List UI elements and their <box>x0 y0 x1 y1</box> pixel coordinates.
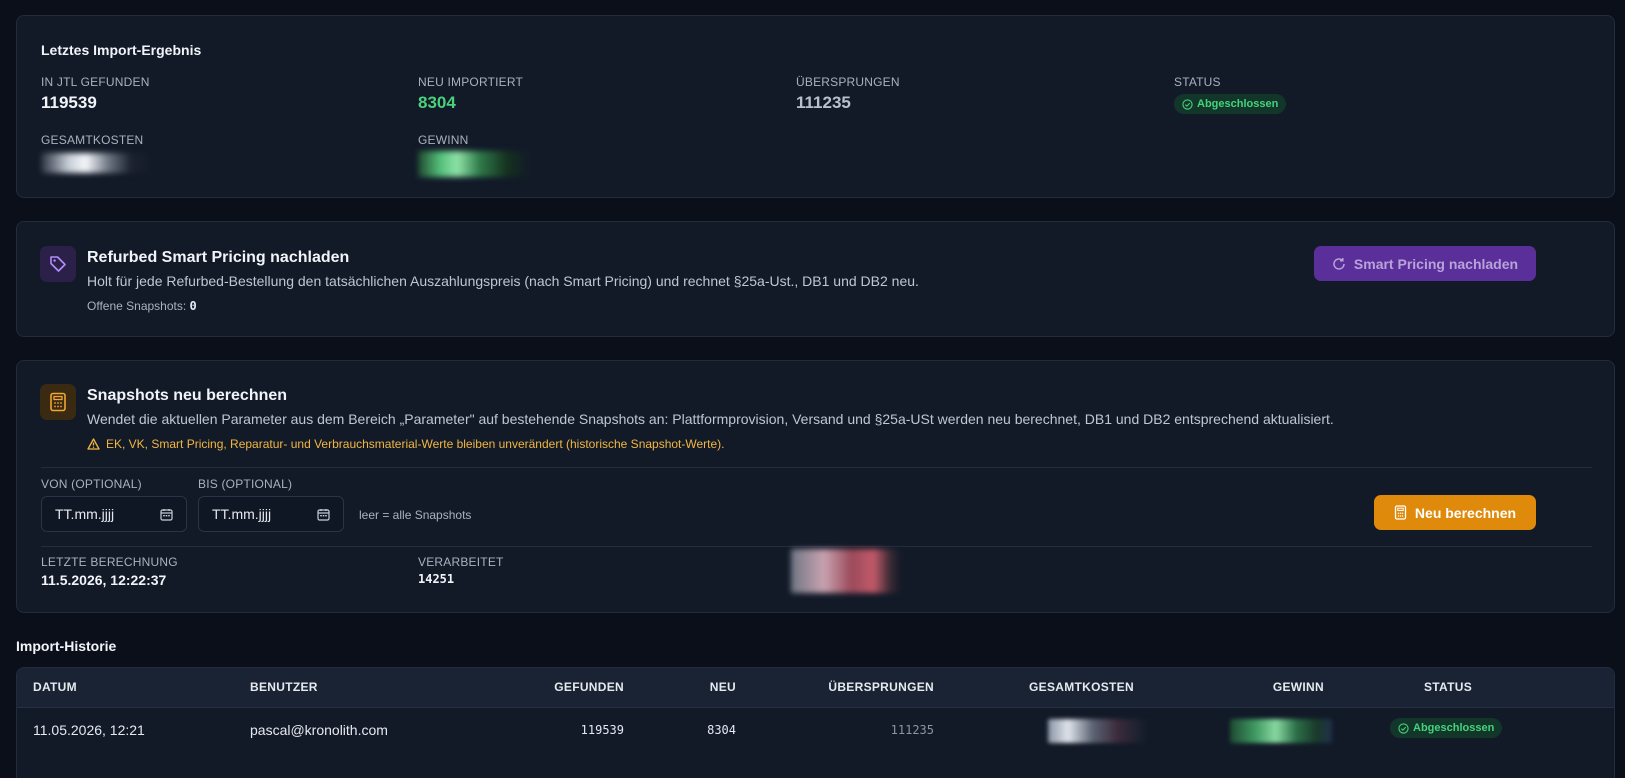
recalc-button-label: Neu berechnen <box>1414 504 1517 521</box>
calculator-icon <box>40 384 76 420</box>
recalc-warning: EK, VK, Smart Pricing, Reparatur- und Ve… <box>87 437 725 451</box>
history-title: Import-Historie <box>16 638 117 654</box>
tag-icon <box>40 246 76 282</box>
row-status-badge: Abgeschlossen <box>1390 718 1503 739</box>
col-status[interactable]: STATUS <box>1424 680 1472 694</box>
history-table: DATUM BENUTZER GEFUNDEN NEU ÜBERSPRUNGEN… <box>16 667 1615 778</box>
calculator-icon <box>1394 505 1407 520</box>
row-status-text: Abgeschlossen <box>1413 722 1495 734</box>
recalc-title: Snapshots neu berechnen <box>87 387 288 404</box>
warning-icon <box>87 438 100 450</box>
found-label: IN JTL GEFUNDEN <box>41 75 150 89</box>
smart-pricing-card: Refurbed Smart Pricing nachladen Holt fü… <box>16 221 1615 337</box>
recalc-card: Snapshots neu berechnen Wendet die aktue… <box>16 360 1615 613</box>
row-new: 8304 <box>707 723 736 737</box>
profit-label: GEWINN <box>418 133 469 147</box>
col-user[interactable]: BENUTZER <box>250 680 318 694</box>
open-snapshots-label: Offene Snapshots: <box>87 299 187 313</box>
processed-value: 14251 <box>418 572 455 586</box>
col-costs[interactable]: GESAMTKOSTEN <box>1029 680 1134 694</box>
refresh-icon <box>1333 257 1345 270</box>
table-header: DATUM BENUTZER GEFUNDEN NEU ÜBERSPRUNGEN… <box>17 668 1614 708</box>
processed-label: VERARBEITET <box>418 555 504 569</box>
open-snapshots-value: 0 <box>189 299 197 313</box>
status-text: Abgeschlossen <box>1197 98 1279 110</box>
recalc-button[interactable]: Neu berechnen <box>1374 495 1536 530</box>
recalc-divider-bottom <box>41 546 1592 547</box>
status-label: STATUS <box>1174 75 1221 89</box>
calendar-icon[interactable] <box>160 508 173 521</box>
to-label: BIS (OPTIONAL) <box>198 477 293 491</box>
skipped-label: ÜBERSPRUNGEN <box>796 75 900 89</box>
recalc-description: Wendet die aktuellen Parameter aus dem B… <box>87 411 1334 427</box>
last-import-title: Letztes Import-Ergebnis <box>41 42 202 58</box>
row-date: 11.05.2026, 12:21 <box>33 722 145 738</box>
row-costs-redacted <box>1048 719 1148 743</box>
redacted-value <box>791 549 901 593</box>
open-snapshots: Offene Snapshots: 0 <box>87 299 197 313</box>
check-circle-icon <box>1398 722 1409 734</box>
col-skipped[interactable]: ÜBERSPRUNGEN <box>828 680 934 694</box>
to-date-input[interactable]: TT.mm.jjjj <box>198 496 344 532</box>
smart-pricing-description: Holt für jede Refurbed-Bestellung den ta… <box>87 273 919 289</box>
empty-hint: leer = alle Snapshots <box>359 508 472 522</box>
costs-value-redacted <box>41 153 153 173</box>
from-label: VON (OPTIONAL) <box>41 477 142 491</box>
from-date-value: TT.mm.jjjj <box>55 506 115 522</box>
imported-label: NEU IMPORTIERT <box>418 75 524 89</box>
last-calc-value: 11.5.2026, 12:22:37 <box>41 572 167 588</box>
last-calc-label: LETZTE BERECHNUNG <box>41 555 178 569</box>
status-badge: Abgeschlossen <box>1174 94 1287 115</box>
to-date-value: TT.mm.jjjj <box>212 506 272 522</box>
calendar-icon[interactable] <box>317 508 330 521</box>
imported-value: 8304 <box>418 93 456 112</box>
row-user: pascal@kronolith.com <box>250 722 388 738</box>
row-skipped: 111235 <box>890 723 934 737</box>
smart-pricing-reload-button[interactable]: Smart Pricing nachladen <box>1314 246 1536 281</box>
col-found[interactable]: GEFUNDEN <box>554 680 624 694</box>
row-profit-redacted <box>1230 719 1332 743</box>
skipped-value: 111235 <box>796 93 851 112</box>
found-value: 119539 <box>41 93 97 112</box>
smart-pricing-reload-label: Smart Pricing nachladen <box>1353 255 1519 272</box>
recalc-warning-text: EK, VK, Smart Pricing, Reparatur- und Ve… <box>106 437 725 451</box>
smart-pricing-title: Refurbed Smart Pricing nachladen <box>87 249 350 266</box>
col-profit[interactable]: GEWINN <box>1273 680 1324 694</box>
recalc-divider-top <box>41 467 1592 468</box>
col-new[interactable]: NEU <box>710 680 736 694</box>
last-import-card: Letztes Import-Ergebnis IN JTL GEFUNDEN … <box>16 15 1615 198</box>
profit-value-redacted <box>418 151 530 177</box>
row-found: 119539 <box>580 723 624 737</box>
from-date-input[interactable]: TT.mm.jjjj <box>41 496 187 532</box>
table-row[interactable]: 11.05.2026, 12:21 pascal@kronolith.com 1… <box>17 708 1614 752</box>
col-date[interactable]: DATUM <box>33 680 77 694</box>
costs-label: GESAMTKOSTEN <box>41 133 144 147</box>
check-circle-icon <box>1182 98 1193 110</box>
